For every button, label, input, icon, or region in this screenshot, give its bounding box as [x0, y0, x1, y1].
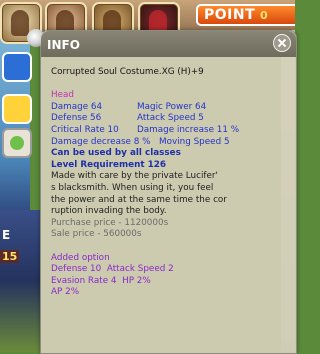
option-left: Evasion Rate 4	[51, 275, 117, 286]
character-icon	[11, 10, 29, 36]
description-line: ruption invading the body.	[51, 206, 167, 217]
stat-row: Damage 64 Magic Power 64	[51, 102, 291, 114]
tooltip-header: INFO	[41, 31, 296, 57]
sale-price: Sale price - 560000s	[51, 229, 142, 240]
stat-row: Defense 56 Attack Speed 5	[51, 113, 291, 125]
stat-row: Critical Rate 10 Damage increase 11 %	[51, 125, 291, 137]
stat-left: Damage 64	[51, 101, 103, 112]
tooltip-body: Corrupted Soul Costume.XG (H)+9 Head Dam…	[51, 67, 291, 299]
point-label: POINT	[204, 7, 256, 23]
stat-right: Damage increase 11 %	[137, 124, 240, 135]
purchase-price: Purchase price - 1120000s	[51, 217, 169, 228]
stat-right: Moving Speed 5	[159, 136, 230, 147]
option-left: AP 2%	[51, 287, 80, 298]
option-row: Evasion Rate 4 HP 2%	[51, 276, 291, 288]
description-line: the power and at the same time the cor	[51, 194, 227, 205]
option-right: Attack Speed 2	[106, 264, 174, 275]
option-right: HP 2%	[122, 275, 151, 286]
close-icon[interactable]	[273, 34, 291, 52]
tooltip-title: INFO	[47, 38, 80, 52]
description-line: s blacksmith. When using it, you feel	[51, 182, 214, 193]
description-line: Made with care by the private Lucifer'	[51, 171, 218, 182]
side-menu-button[interactable]	[2, 94, 32, 124]
level-requirement: Level Requirement 126	[51, 159, 166, 170]
stat-row: Damage decrease 8 % Moving Speed 5	[51, 137, 291, 149]
stat-right: Magic Power 64	[137, 101, 207, 112]
stat-left: Critical Rate 10	[51, 124, 119, 135]
stat-right: Attack Speed 5	[137, 113, 204, 124]
added-option-label: Added option	[51, 252, 110, 263]
option-row: Defense 10 Attack Speed 2	[51, 264, 291, 276]
scene-number: 15	[0, 250, 20, 263]
option-left: Defense 10	[51, 264, 102, 275]
stat-left: Defense 56	[51, 113, 102, 124]
class-restriction: Can be used by all classes	[51, 148, 181, 159]
item-info-tooltip: INFO Corrupted Soul Costume.XG (H)+9 Hea…	[27, 29, 297, 354]
point-value: 0	[260, 9, 268, 22]
point-display: POINT 0	[196, 4, 295, 26]
side-menu-button[interactable]	[2, 52, 32, 82]
stat-left: Damage decrease 8 %	[51, 136, 151, 147]
section-label: Head	[51, 90, 75, 101]
scene-letter: E	[2, 228, 11, 242]
option-row: AP 2%	[51, 287, 291, 299]
item-name: Corrupted Soul Costume.XG (H)+9	[51, 67, 204, 77]
side-menu-button[interactable]	[2, 128, 32, 158]
